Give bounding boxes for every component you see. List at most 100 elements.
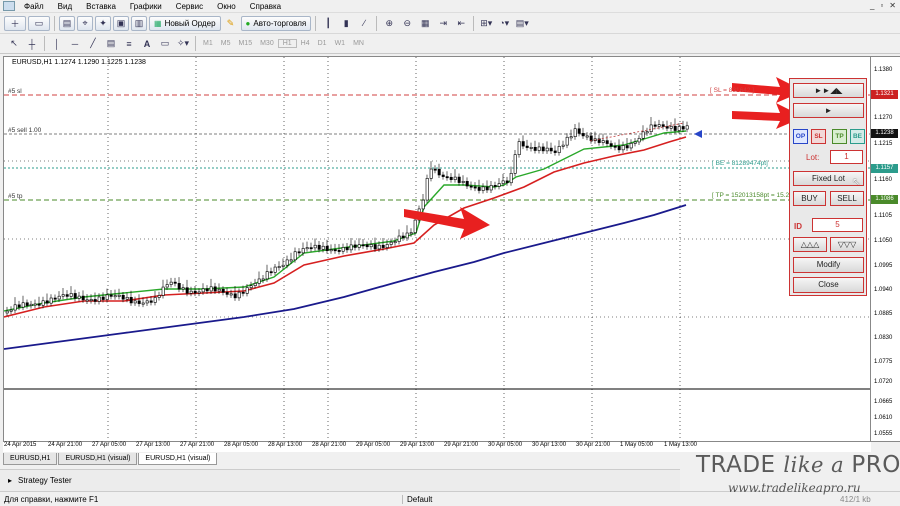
new-order-button[interactable]: ▦ Новый Ордер [149, 15, 221, 31]
candle-body [549, 147, 553, 152]
candle-body [61, 294, 65, 297]
data-window-icon[interactable]: ⌖ [77, 15, 93, 31]
candles-icon[interactable]: ▮ [338, 16, 354, 31]
sell-button[interactable]: SELL [830, 191, 864, 206]
timeframe-m15[interactable]: M15 [234, 40, 256, 47]
terminal-icon[interactable]: ▣ [113, 15, 129, 31]
market-watch-icon[interactable]: ▤ [59, 15, 75, 31]
periods-icon[interactable]: ◔▾ [496, 16, 512, 31]
lot-input[interactable]: 1 [830, 150, 863, 164]
tab-chart-3[interactable]: EURUSD,H1 (visual) [138, 453, 218, 465]
close-icon[interactable]: ✕ [889, 1, 896, 10]
candle-body [361, 244, 365, 247]
timeframe-d1[interactable]: D1 [314, 40, 331, 47]
zoom-in-icon[interactable]: ⊕ [381, 16, 397, 31]
restore-icon[interactable]: ▫ [880, 1, 883, 10]
meta-editor-icon[interactable]: ✎ [223, 16, 239, 31]
candle-body [553, 150, 557, 153]
vertical-line-icon[interactable]: │ [49, 36, 65, 51]
price-chart[interactable]: EURUSD,H1 1.1274 1.1290 1.1225 1.1238 #5… [3, 56, 871, 442]
candle-body [457, 176, 461, 183]
chart-shift-icon[interactable]: ⇤ [453, 16, 469, 31]
strategy-tester-label: Strategy Tester [18, 476, 72, 485]
time-tick: 28 Apr 21:00 [312, 442, 347, 448]
brand-url: www.tradelikeapro.ru [728, 481, 861, 495]
time-tick: 27 Apr 21:00 [180, 442, 215, 448]
timeframe-mn[interactable]: MN [349, 40, 368, 47]
price-tick: 1.0995 [874, 263, 893, 269]
play-button[interactable]: ► [793, 103, 864, 118]
price-tick: 1.0940 [874, 287, 893, 293]
autoscroll-icon[interactable]: ⇥ [435, 16, 451, 31]
candle-body [485, 186, 489, 191]
candle-body [617, 146, 621, 151]
candle-body [289, 259, 293, 262]
menu-tools[interactable]: Сервис [169, 2, 210, 11]
menu-help[interactable]: Справка [243, 2, 288, 11]
buy-button[interactable]: BUY [793, 191, 826, 206]
app-icon [3, 1, 15, 11]
candle-body [209, 286, 213, 292]
timeframe-h1[interactable]: H1 [277, 39, 297, 48]
channel-icon[interactable]: ▤ [103, 36, 119, 51]
move-down-button[interactable]: ▽▽▽ [830, 237, 864, 252]
candle-body [181, 287, 185, 290]
zoom-out-icon[interactable]: ⊖ [399, 16, 415, 31]
menu-file[interactable]: Файл [17, 2, 51, 11]
be-toggle[interactable]: BE [850, 129, 865, 144]
candle-body [321, 245, 325, 250]
minimize-icon[interactable]: _ [870, 1, 874, 10]
menu-insert[interactable]: Вставка [79, 2, 123, 11]
candle-body [97, 296, 101, 302]
crosshair-icon[interactable]: ┼ [24, 36, 40, 51]
candle-body [585, 135, 589, 138]
templates-icon[interactable]: ▤▾ [514, 16, 530, 31]
tab-chart-1[interactable]: EURUSD,H1 [3, 453, 58, 465]
bar-chart-icon[interactable]: ┃ [320, 16, 336, 31]
tp-toggle[interactable]: TP [832, 129, 847, 144]
cursor-icon[interactable]: ↖ [6, 36, 22, 51]
timeframe-m5[interactable]: M5 [217, 40, 235, 47]
menu-charts[interactable]: Графики [123, 2, 169, 11]
timeframe-h4[interactable]: H4 [297, 40, 314, 47]
close-button[interactable]: Close [793, 277, 864, 293]
timeframe-m1[interactable]: M1 [199, 40, 217, 47]
move-up-button[interactable]: △△△ [793, 237, 827, 252]
tab-chart-2[interactable]: EURUSD,H1 (visual) [58, 453, 138, 465]
price-tick: 1.0665 [874, 399, 893, 405]
new-chart-icon[interactable]: ＋ [4, 15, 26, 31]
fast-forward-button[interactable]: ►►◢◣ [793, 83, 864, 98]
candle-body [45, 300, 49, 304]
menu-window[interactable]: Окно [210, 2, 243, 11]
fibonacci-icon[interactable]: ≡ [121, 36, 137, 51]
time-axis: 24 Apr 2015 24 Apr 21:00 27 Apr 05:00 27 Ap… [3, 442, 871, 452]
horizontal-line-icon[interactable]: ─ [67, 36, 83, 51]
timeframe-m30[interactable]: M30 [256, 40, 278, 47]
label-icon[interactable]: ▭ [157, 36, 173, 51]
sl-toggle[interactable]: SL [811, 129, 826, 144]
text-icon[interactable]: A [139, 36, 155, 51]
auto-trading-button[interactable]: ● Авто-торговля [240, 15, 312, 31]
arrows-icon[interactable]: ✧▾ [175, 36, 191, 51]
candle-body [669, 126, 673, 129]
candle-body [197, 291, 201, 294]
tester-icon[interactable]: ▥ [131, 15, 147, 31]
modify-button[interactable]: Modify [793, 257, 864, 273]
indicators-icon[interactable]: ⊞▾ [478, 16, 494, 31]
candle-body [645, 131, 649, 134]
trendline-icon[interactable]: ╱ [85, 36, 101, 51]
strategy-tester-bar[interactable]: ▸ Strategy Tester [0, 469, 680, 491]
candle-body [309, 247, 313, 250]
line-chart-icon[interactable]: ∕ [356, 16, 372, 31]
profiles-icon[interactable]: ▭ [28, 15, 50, 31]
op-toggle[interactable]: OP [793, 129, 808, 144]
navigator-icon[interactable]: ✦ [95, 15, 111, 31]
candle-body [281, 264, 285, 267]
time-tick: 30 Apr 21:00 [576, 442, 611, 448]
candle-body [517, 141, 521, 155]
tile-windows-icon[interactable]: ▦ [417, 16, 433, 31]
expand-icon[interactable]: ▸ [8, 476, 12, 485]
timeframe-w1[interactable]: W1 [331, 40, 350, 47]
menu-view[interactable]: Вид [51, 2, 79, 11]
order-id-input[interactable]: 5 [812, 218, 863, 232]
